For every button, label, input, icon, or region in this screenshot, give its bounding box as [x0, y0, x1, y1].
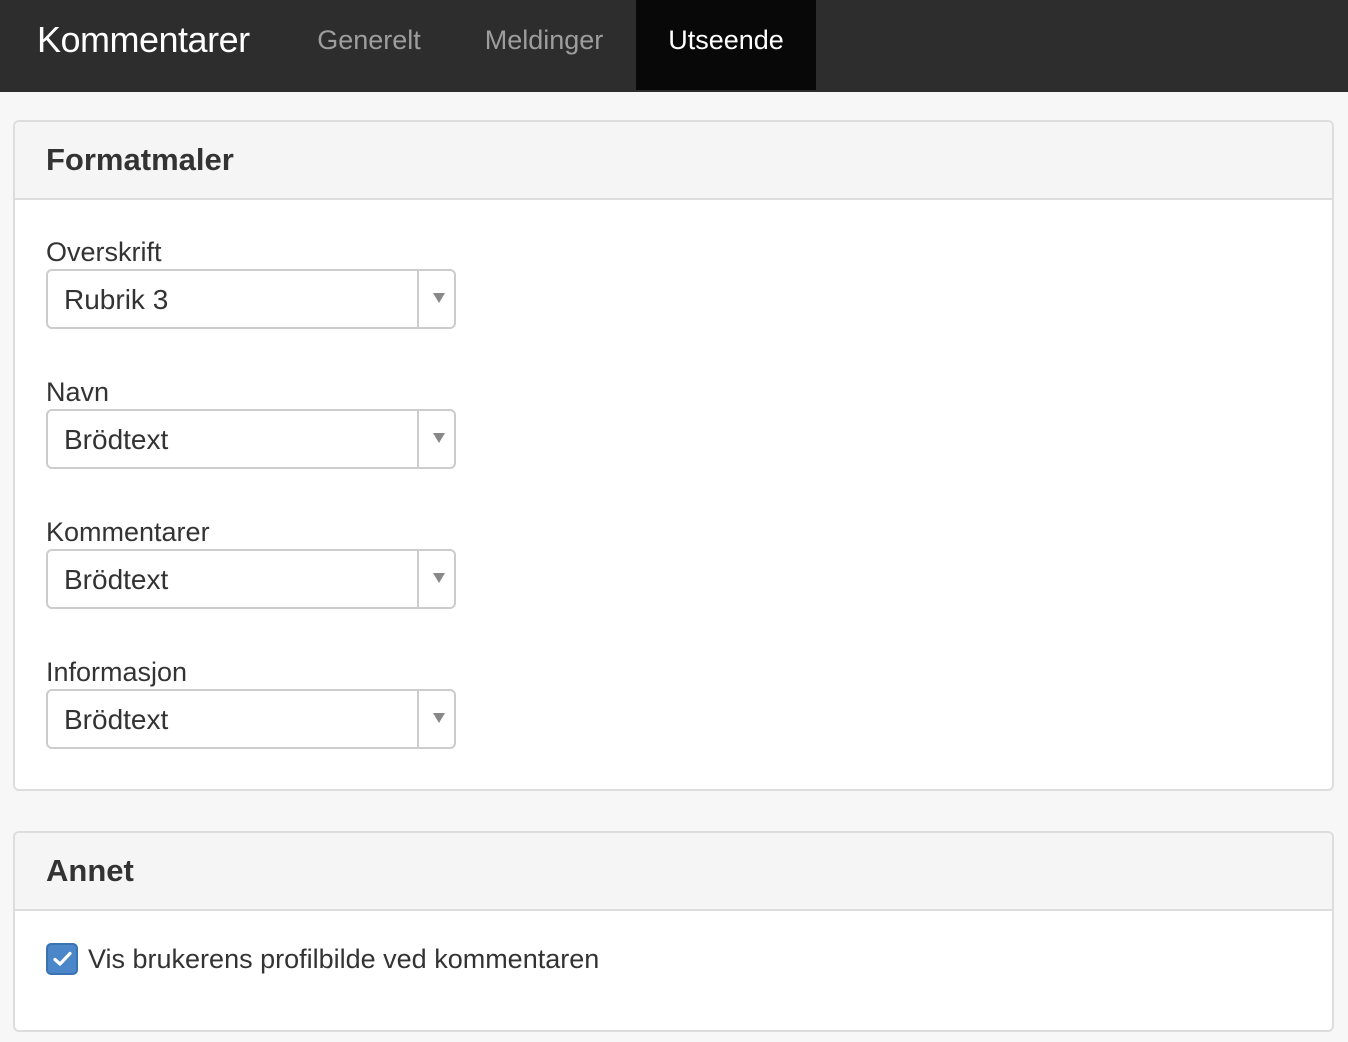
check-icon [53, 951, 72, 966]
formatmaler-heading: Formatmaler [15, 122, 1332, 200]
overskrift-select[interactable]: Rubrik 3 [46, 269, 456, 329]
caret-down-icon[interactable] [433, 433, 445, 443]
profile-image-label[interactable]: Vis brukerens profilbilde ved kommentare… [88, 944, 599, 975]
annet-panel: Annet Vis brukerens profilbilde ved komm… [13, 831, 1334, 1032]
select-value: Rubrik 3 [64, 284, 169, 315]
formatmaler-panel: Formatmaler Overskrift Rubrik 3 Navn Brö… [13, 120, 1334, 791]
kommentarer-field: Kommentarer Brödtext [46, 515, 456, 609]
kommentarer-label: Kommentarer [46, 517, 210, 547]
select-divider [417, 411, 419, 467]
informasjon-select[interactable]: Brödtext [46, 689, 456, 749]
tab-meldinger[interactable]: Meldinger [452, 0, 636, 90]
top-navbar: Kommentarer Generelt Meldinger Utseende [0, 0, 1348, 92]
overskrift-label: Overskrift [46, 237, 162, 267]
caret-down-icon[interactable] [433, 293, 445, 303]
overskrift-field: Overskrift Rubrik 3 [46, 235, 456, 329]
tab-utseende[interactable]: Utseende [636, 0, 816, 90]
navn-field: Navn Brödtext [46, 375, 456, 469]
kommentarer-select[interactable]: Brödtext [46, 549, 456, 609]
select-value: Brödtext [64, 564, 169, 595]
app-brand[interactable]: Kommentarer [37, 0, 250, 90]
caret-down-icon[interactable] [433, 713, 445, 723]
informasjon-label: Informasjon [46, 657, 188, 687]
select-divider [417, 271, 419, 327]
informasjon-field: Informasjon Brödtext [46, 655, 456, 749]
navn-select[interactable]: Brödtext [46, 409, 456, 469]
caret-down-icon[interactable] [433, 573, 445, 583]
select-value: Brödtext [64, 424, 169, 455]
annet-heading: Annet [15, 833, 1332, 911]
tab-generelt[interactable]: Generelt [286, 0, 452, 90]
profile-image-checkbox[interactable] [46, 943, 78, 975]
select-divider [417, 551, 419, 607]
select-divider [417, 691, 419, 747]
navn-label: Navn [46, 377, 110, 407]
profile-image-option[interactable]: Vis brukerens profilbilde ved kommentare… [46, 942, 599, 976]
select-value: Brödtext [64, 704, 169, 735]
